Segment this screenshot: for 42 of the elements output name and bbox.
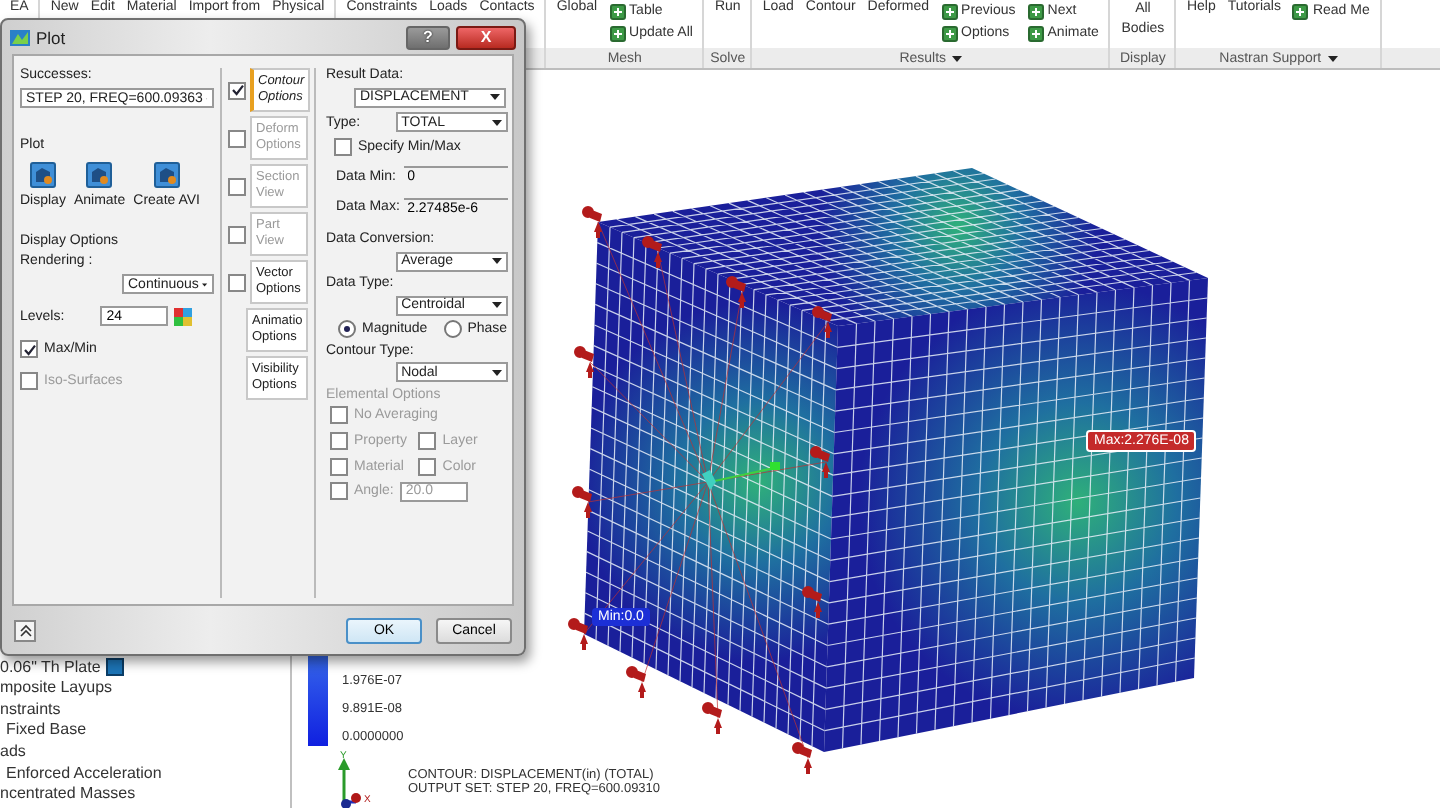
toolbar-icon — [609, 25, 626, 41]
checkbox[interactable] — [228, 273, 246, 291]
plot-icon — [29, 162, 56, 188]
plot-icon — [86, 162, 113, 188]
caret-icon — [491, 369, 502, 375]
toolbar-icon — [941, 25, 958, 41]
tree-item[interactable]: Fixed Base — [6, 720, 87, 739]
checkbox[interactable] — [330, 432, 348, 450]
checkbox[interactable] — [418, 432, 437, 450]
tree-item[interactable]: ncentrated Masses — [0, 784, 136, 803]
caret-icon — [491, 119, 502, 125]
toolbar-icon — [1292, 3, 1309, 19]
checkbox[interactable] — [228, 81, 246, 99]
color-palette-icon — [174, 307, 193, 325]
checkbox[interactable] — [330, 458, 348, 476]
tree-item[interactable]: 0.06" Th Plate — [0, 657, 101, 676]
double-chevron-icon — [19, 623, 31, 637]
checkbox[interactable] — [330, 406, 348, 424]
toolbar-icon — [941, 3, 958, 19]
collapse-button[interactable] — [14, 619, 36, 641]
radio-button[interactable] — [443, 320, 462, 338]
tree-item[interactable]: Enforced Acceleration — [6, 763, 162, 782]
close-button[interactable]: X — [456, 25, 516, 49]
toolbar-icon — [1027, 3, 1044, 19]
checkbox[interactable] — [334, 137, 352, 155]
caret-icon — [491, 302, 502, 308]
tree-item[interactable]: nstraints — [0, 699, 61, 718]
plot-window-icon — [10, 28, 30, 46]
tree-item[interactable]: mposite Layups — [0, 678, 113, 697]
caret-icon — [490, 94, 500, 100]
dialog-title: Plot — [36, 27, 68, 47]
plot-icon — [153, 162, 180, 188]
radio-button[interactable] — [338, 320, 356, 338]
checkbox[interactable] — [20, 340, 38, 358]
material-swatch-icon — [106, 657, 125, 676]
toolbar-icon — [1027, 25, 1044, 41]
tree-item[interactable]: ads — [0, 742, 26, 761]
caret-icon — [202, 281, 208, 287]
checkbox[interactable] — [418, 458, 437, 476]
caret-icon — [491, 258, 502, 264]
toolbar-icon — [609, 3, 626, 19]
checkbox[interactable] — [330, 482, 348, 500]
